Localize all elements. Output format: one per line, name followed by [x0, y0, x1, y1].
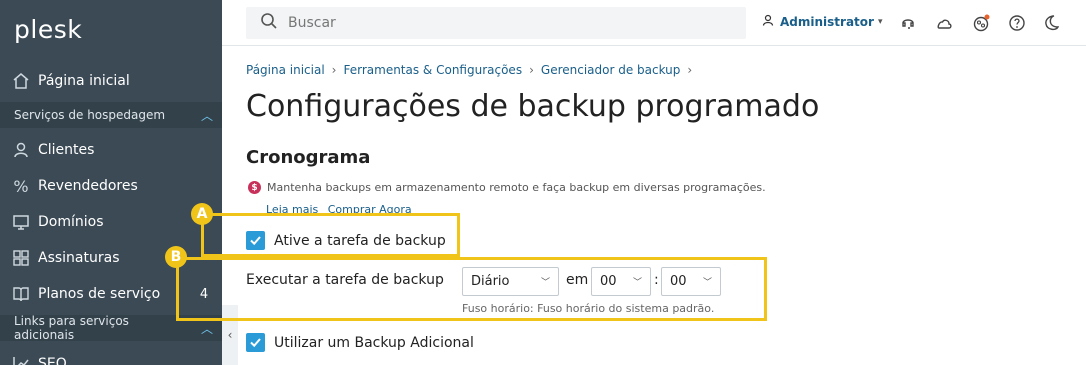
- breadcrumb: Página inicial › Ferramentas & Configura…: [246, 63, 699, 77]
- sidebar-item-label: Página inicial: [38, 73, 130, 89]
- sidebar-item-resellers[interactable]: % Revendedores: [0, 168, 222, 204]
- chevron-right-icon: ›: [529, 63, 534, 77]
- section-label: Serviços de hospedagem: [14, 108, 166, 122]
- chevron-right-icon: ›: [331, 63, 337, 77]
- sidebar-item-seo[interactable]: SEO: [0, 346, 222, 365]
- section-title: Cronograma: [246, 147, 371, 168]
- chevron-left-icon: ‹: [227, 328, 233, 342]
- promo-text: Mantenha backups em armazenamento remoto…: [267, 181, 766, 194]
- sidebar-item-label: SEO: [38, 356, 67, 365]
- percent-icon: %: [13, 176, 29, 196]
- callout-line-a: [201, 222, 204, 256]
- additional-backup-checkbox[interactable]: Utilizar um Backup Adicional: [246, 333, 474, 352]
- promo-notice: $ Mantenha backups em armazenamento remo…: [248, 181, 766, 194]
- app-root: plesk Página inicial Serviços de hospeda…: [0, 0, 1086, 365]
- home-icon: [0, 72, 38, 90]
- monitor-icon: [0, 213, 38, 231]
- help-icon[interactable]: [1007, 13, 1027, 33]
- section-label: Links para serviços adicionais: [14, 314, 129, 342]
- dollar-icon: $: [248, 181, 261, 194]
- book-icon: [0, 285, 38, 303]
- topbar: Administrator ▾: [222, 0, 1086, 46]
- search-box[interactable]: [246, 7, 746, 39]
- breadcrumb-link-home[interactable]: Página inicial: [246, 63, 325, 77]
- chevron-up-icon: ︿: [200, 321, 213, 336]
- cloud-icon[interactable]: [934, 13, 954, 33]
- checkmark-icon[interactable]: [246, 333, 265, 352]
- user-name: Administrator: [780, 14, 874, 29]
- breadcrumb-link-tools[interactable]: Ferramentas & Configurações: [343, 63, 522, 77]
- page-title: Configurações de backup programado: [246, 89, 820, 124]
- chevron-up-icon: ︿: [200, 108, 213, 123]
- chevron-right-icon: ›: [687, 63, 693, 77]
- sidebar-item-label: Revendedores: [38, 178, 138, 194]
- checkbox-label: Utilizar um Backup Adicional: [274, 334, 474, 351]
- sidebar-item-clients[interactable]: Clientes: [0, 132, 222, 168]
- extensions-icon[interactable]: [971, 13, 991, 33]
- dark-mode-icon[interactable]: [1042, 13, 1062, 33]
- sidebar-item-domains[interactable]: Domínios: [0, 204, 222, 240]
- sidebar-item-home[interactable]: Página inicial: [0, 63, 222, 99]
- sidebar-item-label: Clientes: [38, 142, 95, 158]
- user-icon: [0, 141, 38, 159]
- search-input[interactable]: [288, 15, 728, 31]
- grid-icon: [0, 249, 38, 267]
- chevron-down-icon: ▾: [877, 16, 883, 27]
- chart-icon: [0, 355, 38, 365]
- section-hosting-services[interactable]: Serviços de hospedagem ︿: [0, 102, 222, 128]
- search-icon: [260, 12, 278, 34]
- plesk-logo[interactable]: plesk: [14, 15, 82, 44]
- callout-marker-b: B: [165, 246, 187, 268]
- callout-box-a: [201, 213, 460, 257]
- callout-box-b: [176, 257, 767, 321]
- callout-marker-a: A: [191, 203, 213, 225]
- user-menu[interactable]: Administrator ▾: [762, 14, 882, 29]
- breadcrumb-link-backup-manager[interactable]: Gerenciador de backup: [541, 63, 681, 77]
- support-icon[interactable]: [898, 13, 918, 33]
- user-icon: [762, 14, 774, 29]
- sidebar-item-label: Planos de serviço: [38, 286, 161, 302]
